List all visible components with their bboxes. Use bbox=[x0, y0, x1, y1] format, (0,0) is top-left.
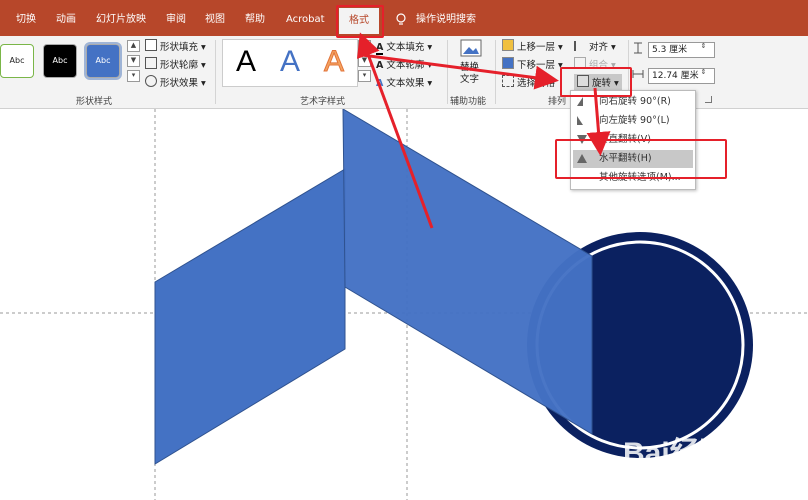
tab-help[interactable]: 帮助 bbox=[243, 9, 267, 31]
left-parallelogram bbox=[154, 168, 346, 465]
selection-pane-button[interactable]: 选择窗格 bbox=[502, 75, 555, 89]
shape-outline-button[interactable]: 形状轮廓 ▾ bbox=[145, 57, 206, 71]
baidu-watermark: Bai经验 jingyan.baidu.com bbox=[615, 428, 775, 486]
paint-bucket-icon bbox=[145, 39, 157, 51]
menu-rotate-left[interactable]: 向左旋转 90°(L) bbox=[573, 112, 693, 130]
wordart-scroll-down[interactable]: ▼ bbox=[358, 55, 371, 67]
alt-text-icon bbox=[460, 39, 482, 57]
divider bbox=[495, 40, 496, 104]
group-label-accessibility: 辅助功能 bbox=[450, 97, 487, 107]
width-spinner[interactable]: ⇕ bbox=[698, 68, 709, 82]
send-backward-icon bbox=[502, 57, 514, 69]
text-effects-icon: A bbox=[376, 78, 384, 89]
width-icon bbox=[632, 70, 644, 78]
height-icon bbox=[634, 42, 642, 54]
divider bbox=[215, 40, 216, 104]
bring-forward-button[interactable]: 上移一层 ▾ bbox=[502, 39, 563, 53]
shape-style-scroll-up[interactable]: ▲ bbox=[127, 40, 140, 52]
text-fill-icon: A bbox=[376, 42, 384, 55]
shape-style-more[interactable]: ▾ bbox=[127, 70, 140, 82]
text-fill-button[interactable]: A 文本填充 ▾ bbox=[376, 39, 432, 55]
tab-review[interactable]: 审阅 bbox=[164, 9, 188, 31]
rotate-left-icon bbox=[577, 116, 583, 125]
text-outline-button[interactable]: A 文本轮廓 ▾ bbox=[376, 57, 432, 71]
annotation-box-rotate bbox=[560, 67, 632, 97]
selection-pane-icon bbox=[502, 75, 514, 87]
shape-fill-button[interactable]: 形状填充 ▾ bbox=[145, 39, 206, 53]
wordart-more[interactable]: ▾ bbox=[358, 70, 371, 82]
effects-icon bbox=[145, 75, 157, 87]
tab-animations[interactable]: 动画 bbox=[54, 9, 78, 31]
wordart-style-black[interactable]: A bbox=[229, 40, 263, 84]
wordart-scroll-up[interactable]: ▲ bbox=[358, 40, 371, 52]
height-spinner[interactable]: ⇕ bbox=[698, 42, 709, 56]
group-label-shape-styles: 形状样式 bbox=[76, 97, 113, 107]
wordart-style-orange[interactable]: A bbox=[317, 40, 351, 84]
size-dialog-launcher[interactable] bbox=[705, 96, 712, 103]
shape-effects-button[interactable]: 形状效果 ▾ bbox=[145, 75, 206, 89]
shape-style-swatch-1[interactable]: Abc bbox=[0, 44, 34, 78]
pen-icon bbox=[145, 57, 157, 69]
rotate-right-icon bbox=[577, 97, 583, 106]
annotation-box-flip-horizontal bbox=[555, 139, 727, 179]
text-outline-icon: A bbox=[376, 60, 384, 71]
group-label-wordart: 艺术字样式 bbox=[300, 97, 346, 107]
tab-transitions[interactable]: 切换 bbox=[14, 9, 38, 31]
tab-view[interactable]: 视图 bbox=[203, 9, 227, 31]
annotation-box-format-tab bbox=[336, 5, 384, 38]
shape-style-swatch-3[interactable]: Abc bbox=[84, 42, 122, 80]
shape-style-swatch-2[interactable]: Abc bbox=[43, 44, 77, 78]
tab-acrobat[interactable]: Acrobat bbox=[284, 9, 327, 31]
divider bbox=[447, 40, 448, 104]
lightbulb-icon bbox=[396, 13, 406, 25]
send-backward-button[interactable]: 下移一层 ▾ bbox=[502, 57, 563, 71]
shape-style-scroll-down[interactable]: ▼ bbox=[127, 55, 140, 67]
wordart-style-blue[interactable]: A bbox=[273, 40, 307, 84]
text-effects-button[interactable]: A 文本效果 ▾ bbox=[376, 75, 432, 89]
align-icon bbox=[574, 41, 586, 51]
alt-text-button[interactable]: 替换 文字 bbox=[452, 39, 490, 89]
tab-slideshow[interactable]: 幻灯片放映 bbox=[94, 9, 148, 31]
watermark-url: jingyan.baidu.com bbox=[623, 466, 743, 481]
bring-forward-icon bbox=[502, 39, 514, 51]
tell-me-search[interactable]: 操作说明搜索 bbox=[414, 9, 478, 31]
align-button[interactable]: 对齐 ▾ bbox=[574, 39, 616, 53]
